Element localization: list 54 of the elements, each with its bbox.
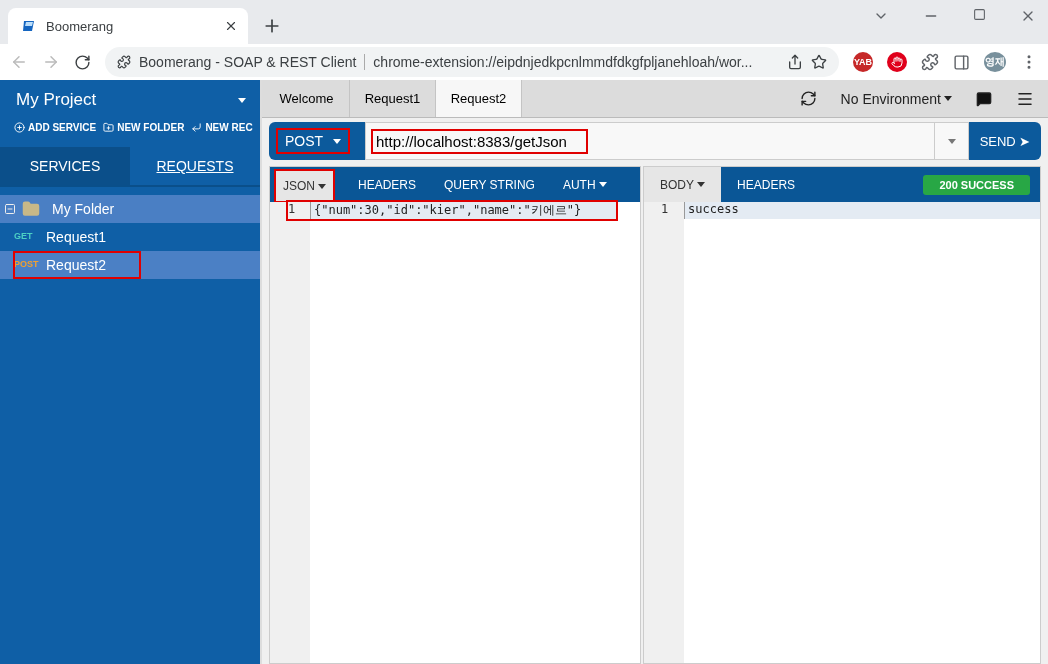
share-icon[interactable]: [787, 54, 803, 70]
method-label: POST: [14, 259, 38, 269]
puzzle-icon[interactable]: [921, 53, 939, 71]
line-number: 1: [644, 202, 685, 219]
plus-circle-icon: [14, 122, 25, 133]
request-name: Request1: [46, 229, 106, 245]
sidebar-tab[interactable]: SERVICES: [0, 147, 130, 185]
request-name: Request2: [46, 257, 106, 273]
folder-plus-icon: [103, 122, 115, 133]
sidebar-tab[interactable]: REQUESTS: [130, 147, 260, 185]
request-row[interactable]: POST Request2: [0, 251, 260, 279]
tab-title: Boomerang: [46, 18, 115, 34]
code-line: success: [684, 202, 739, 219]
method-label: GET: [14, 231, 34, 241]
corner-arrow-icon: [191, 122, 203, 133]
status-badge: 200 SUCCESS: [923, 174, 1030, 195]
star-icon[interactable]: [811, 54, 827, 70]
url-text: chrome-extension://eipdnjedkpcnlmmdfdkgfpljanehloah/wor...: [373, 54, 754, 70]
folder-row[interactable]: My Folder: [0, 195, 260, 223]
close-icon[interactable]: [224, 19, 238, 33]
refresh-icon[interactable]: [799, 90, 817, 107]
reload-icon[interactable]: [74, 53, 91, 71]
request-body-tab[interactable]: QUERY STRING: [430, 167, 549, 202]
address-bar[interactable]: Boomerang - SOAP & REST Client chrome-extension://eipdnjedkpcnlmmdfdkgfpljanehloah/wor...: [105, 47, 839, 77]
response-tab[interactable]: BODY: [644, 167, 722, 202]
request-tab[interactable]: Request2: [436, 80, 522, 117]
browser-tab[interactable]: Boomerang: [8, 8, 248, 44]
request-body-tab[interactable]: AUTH: [548, 167, 621, 202]
folder-icon: [22, 200, 40, 218]
action-link[interactable]: NEW FOLDER: [103, 122, 185, 133]
code-line: {"num":30,"id":"kier","name":"키에르"}: [310, 202, 582, 219]
stop-hand-icon[interactable]: [887, 52, 907, 72]
request-body-tab[interactable]: JSON: [275, 170, 334, 202]
side-panel-icon[interactable]: [953, 53, 970, 71]
request-body-tab[interactable]: HEADERS: [344, 167, 431, 202]
caret-icon: [947, 138, 956, 144]
maximize-icon[interactable]: [973, 8, 986, 21]
line-number: 1: [288, 202, 310, 219]
site-name: Boomerang - SOAP & REST Client: [139, 54, 357, 70]
action-link[interactable]: NEW REC: [191, 122, 253, 133]
response-tab[interactable]: HEADERS: [721, 167, 812, 202]
project-title[interactable]: My Project: [16, 90, 97, 110]
folder-name: My Folder: [52, 201, 115, 217]
caret-icon: [333, 138, 342, 144]
chat-icon[interactable]: [976, 90, 992, 107]
puzzle-icon: [117, 55, 131, 69]
collapse-icon[interactable]: [4, 203, 16, 215]
action-link[interactable]: ADD SERVICE: [14, 122, 97, 133]
environment-dropdown[interactable]: No Environment: [840, 90, 952, 107]
send-button[interactable]: SEND ➤: [969, 122, 1041, 160]
extension-icon[interactable]: YAB: [853, 52, 873, 72]
boomerang-icon: [22, 19, 36, 33]
caret-icon: [944, 96, 952, 101]
caret-icon: [238, 97, 246, 103]
